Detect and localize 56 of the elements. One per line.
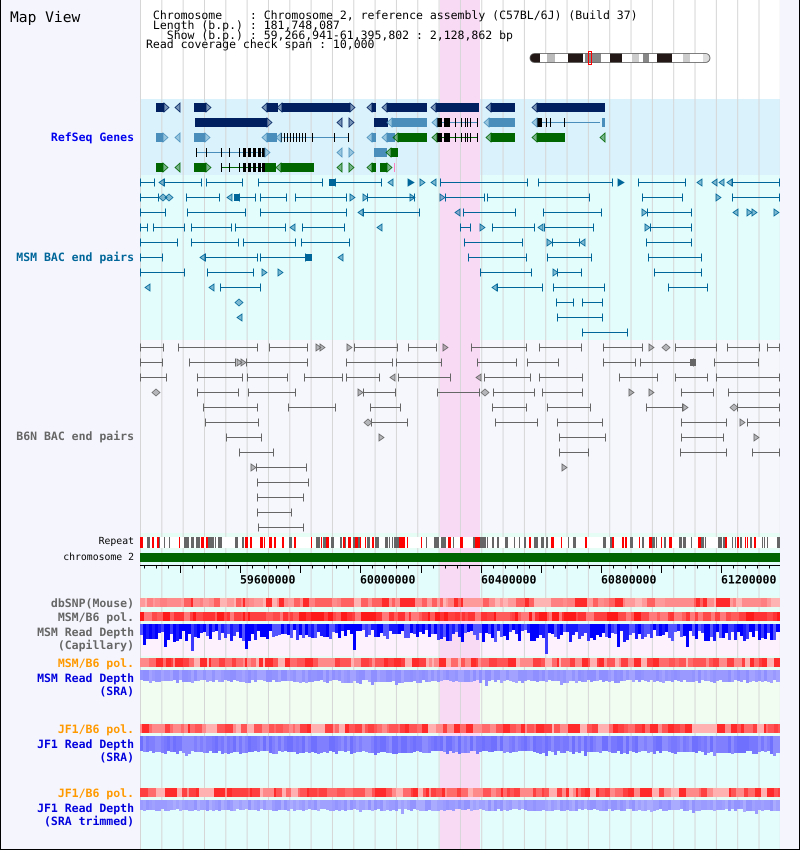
- gene-feature: [348, 117, 355, 128]
- axis-label: 60000000: [360, 572, 416, 586]
- gene-feature: [485, 132, 515, 143]
- track-label: MSM BAC end pairs: [16, 251, 134, 264]
- view-title: Map View: [10, 9, 80, 26]
- track-label: JF1 Read Depth (SRA): [37, 738, 134, 764]
- gene-feature: [336, 147, 342, 158]
- gene-feature: [174, 132, 180, 143]
- info-line: Show (b.p.) : 59,266,941-61,395,802 : 2,128,862 bp: [166, 30, 513, 40]
- gene-feature: [174, 162, 180, 173]
- gene-feature: [336, 162, 342, 173]
- track-label: MSM/B6 pol.: [58, 656, 134, 670]
- track-label: JF1/B6 pol.: [58, 722, 134, 736]
- gene-feature: [485, 102, 515, 113]
- track-label: B6N BAC end pairs: [16, 430, 134, 443]
- track-label: MSM/B6 pol.: [58, 610, 134, 624]
- gene-feature: [599, 132, 606, 143]
- info-line: Length (b.p.) : 181,748,087: [152, 20, 340, 30]
- gene-feature: [602, 118, 605, 127]
- gene-feature: [156, 162, 169, 173]
- info-line: Read coverage check span : 10,000: [146, 40, 374, 50]
- gene-feature: [194, 132, 211, 143]
- gene-feature: [366, 162, 376, 173]
- track-label: JF1/B6 pol.: [58, 786, 134, 800]
- gene-feature: [531, 117, 600, 128]
- gene-feature: [366, 102, 376, 113]
- gene-feature: [348, 147, 355, 158]
- gene-feature: [431, 132, 478, 143]
- gene-feature: [194, 102, 212, 113]
- gene-feature: [531, 132, 565, 143]
- track-label: RefSeq Genes: [50, 130, 134, 144]
- gene-feature: [336, 117, 342, 128]
- track-label: Repeat: [98, 535, 134, 548]
- gene-feature: [366, 132, 376, 143]
- gene-feature: [348, 162, 355, 173]
- gene-feature: [431, 117, 478, 128]
- track-label: dbSNP(Mouse): [50, 596, 134, 610]
- gene-feature: [194, 162, 212, 173]
- track-label: chromosome 2: [63, 550, 134, 564]
- track-label: JF1 Read Depth (SRA trimmed): [37, 802, 134, 828]
- track-label: MSM Read Depth (SRA): [37, 672, 134, 698]
- info-line: Chromosome : Chromosome 2, reference assembly (C57BL/6J) (Build 37): [152, 11, 638, 21]
- track-label: MSM Read Depth (Capillary): [37, 626, 134, 652]
- axis-label: 61200000: [721, 572, 776, 586]
- axis-label: 60400000: [481, 572, 536, 586]
- region-marker: [588, 51, 592, 65]
- gene-feature: [174, 102, 180, 113]
- gene-feature: [381, 102, 427, 113]
- axis-label: 60800000: [601, 572, 656, 586]
- gene-feature: [430, 102, 479, 113]
- gene-feature: [385, 147, 398, 158]
- gene-feature: [483, 117, 515, 128]
- gene-feature: [156, 132, 169, 143]
- axis-label: 59600000: [240, 572, 296, 586]
- gene-feature: [156, 102, 170, 113]
- gene-feature: [374, 148, 387, 157]
